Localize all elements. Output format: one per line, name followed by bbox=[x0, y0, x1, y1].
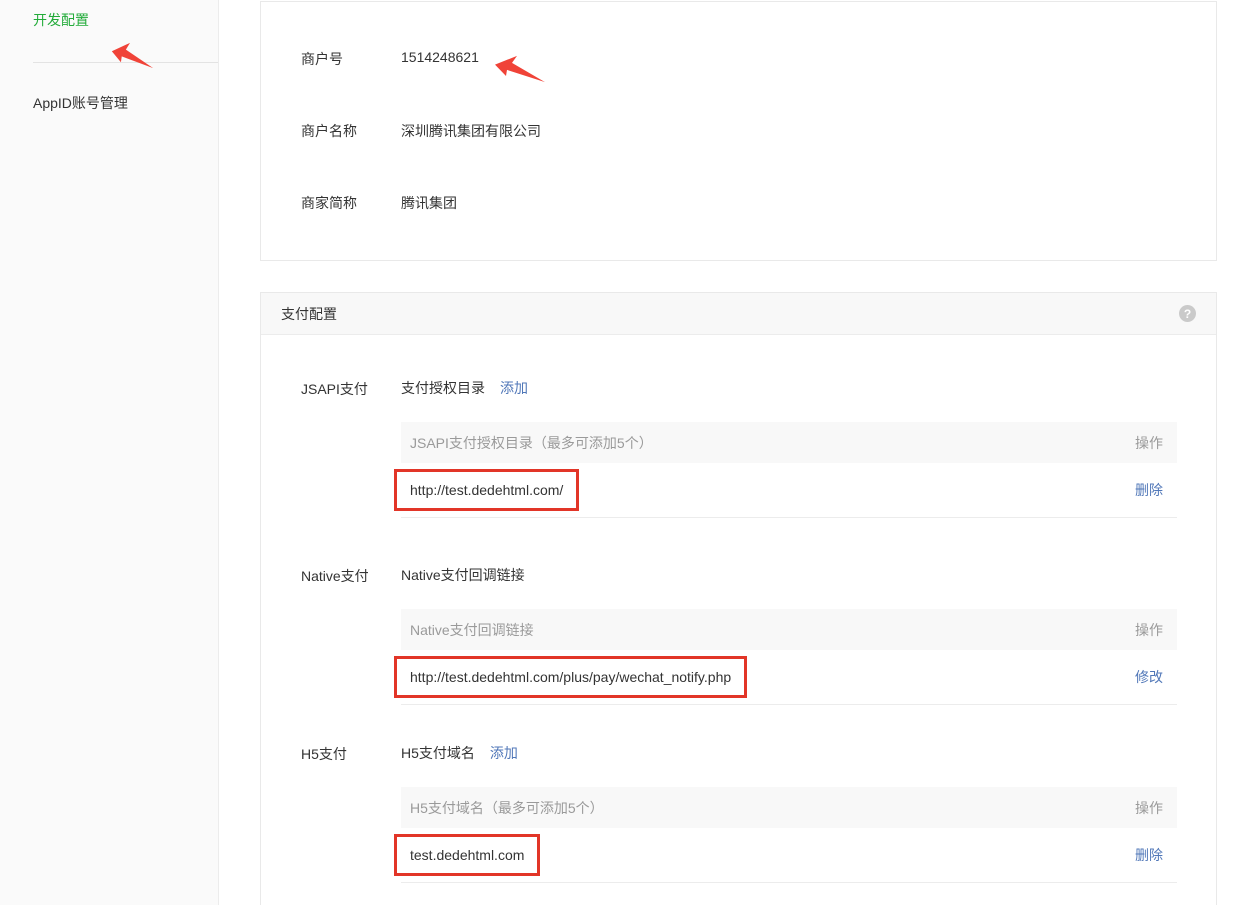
highlight-box: test.dedehtml.com bbox=[394, 834, 540, 876]
h5-pay-content: H5支付域名 添加 H5支付域名（最多可添加5个） 操作 test.dedeht… bbox=[401, 743, 1177, 883]
help-icon[interactable]: ? bbox=[1179, 305, 1196, 322]
native-modify-link[interactable]: 修改 bbox=[1135, 667, 1163, 687]
payment-config-title: 支付配置 bbox=[281, 304, 337, 324]
merchant-id-row: 商户号 1514248621 bbox=[261, 49, 1216, 69]
h5-table: H5支付域名（最多可添加5个） 操作 test.dedehtml.com 删除 bbox=[401, 787, 1177, 883]
merchant-shortname-label: 商家简称 bbox=[301, 193, 401, 213]
h5-domain-value: test.dedehtml.com bbox=[410, 847, 524, 863]
merchant-name-value: 深圳腾讯集团有限公司 bbox=[401, 121, 541, 141]
h5-delete-link[interactable]: 删除 bbox=[1135, 845, 1163, 865]
native-field-title: Native支付回调链接 bbox=[401, 565, 525, 585]
highlight-box: http://test.dedehtml.com/ bbox=[394, 469, 579, 511]
sidebar: 开发配置 AppID账号管理 bbox=[0, 0, 219, 905]
native-notify-url-value: http://test.dedehtml.com/plus/pay/wechat… bbox=[410, 669, 731, 685]
jsapi-pay-label: JSAPI支付 bbox=[301, 378, 401, 518]
sidebar-divider bbox=[33, 62, 218, 63]
native-pay-content: Native支付回调链接 Native支付回调链接 操作 http://test… bbox=[401, 565, 1177, 705]
highlight-box: http://test.dedehtml.com/plus/pay/wechat… bbox=[394, 656, 747, 698]
native-table: Native支付回调链接 操作 http://test.dedehtml.com… bbox=[401, 609, 1177, 705]
payment-config-card: 支付配置 ? JSAPI支付 支付授权目录 添加 JSAPI支付授权目录（最多可… bbox=[260, 292, 1217, 905]
jsapi-table-action-header: 操作 bbox=[1135, 433, 1163, 453]
jsapi-table-header-label: JSAPI支付授权目录（最多可添加5个） bbox=[410, 433, 653, 453]
h5-add-link[interactable]: 添加 bbox=[490, 743, 518, 763]
native-table-action-header: 操作 bbox=[1135, 620, 1163, 640]
jsapi-delete-link[interactable]: 删除 bbox=[1135, 480, 1163, 500]
jsapi-field-title-row: 支付授权目录 添加 bbox=[401, 378, 1177, 398]
merchant-shortname-row: 商家简称 腾讯集团 bbox=[261, 193, 1216, 213]
table-row: http://test.dedehtml.com/ 删除 bbox=[401, 463, 1177, 518]
h5-pay-label: H5支付 bbox=[301, 743, 401, 883]
native-table-header: Native支付回调链接 操作 bbox=[401, 609, 1177, 650]
jsapi-add-link[interactable]: 添加 bbox=[500, 378, 528, 398]
merchant-id-value: 1514248621 bbox=[401, 49, 479, 69]
h5-table-action-header: 操作 bbox=[1135, 798, 1163, 818]
merchant-name-row: 商户名称 深圳腾讯集团有限公司 bbox=[261, 121, 1216, 141]
native-pay-section: Native支付 Native支付回调链接 Native支付回调链接 操作 ht… bbox=[261, 565, 1216, 705]
sidebar-item-appid-management[interactable]: AppID账号管理 bbox=[33, 93, 128, 113]
jsapi-field-title: 支付授权目录 bbox=[401, 378, 485, 398]
native-field-title-row: Native支付回调链接 bbox=[401, 565, 1177, 585]
merchant-name-label: 商户名称 bbox=[301, 121, 401, 141]
table-row: test.dedehtml.com 删除 bbox=[401, 828, 1177, 883]
jsapi-auth-dir-value: http://test.dedehtml.com/ bbox=[410, 482, 563, 498]
table-row: http://test.dedehtml.com/plus/pay/wechat… bbox=[401, 650, 1177, 705]
h5-field-title: H5支付域名 bbox=[401, 743, 475, 763]
merchant-info-rows: 商户号 1514248621 商户名称 深圳腾讯集团有限公司 商家简称 腾讯集团 bbox=[261, 2, 1216, 213]
jsapi-pay-content: 支付授权目录 添加 JSAPI支付授权目录（最多可添加5个） 操作 http:/… bbox=[401, 378, 1177, 518]
native-pay-label: Native支付 bbox=[301, 565, 401, 705]
jsapi-pay-section: JSAPI支付 支付授权目录 添加 JSAPI支付授权目录（最多可添加5个） 操… bbox=[261, 378, 1216, 518]
merchant-shortname-value: 腾讯集团 bbox=[401, 193, 457, 213]
payment-config-header: 支付配置 ? bbox=[261, 293, 1216, 335]
native-table-header-label: Native支付回调链接 bbox=[410, 620, 534, 640]
merchant-info-card: 商户号 1514248621 商户名称 深圳腾讯集团有限公司 商家简称 腾讯集团 bbox=[260, 1, 1217, 261]
merchant-id-label: 商户号 bbox=[301, 49, 401, 69]
sidebar-item-dev-config[interactable]: 开发配置 bbox=[33, 10, 89, 30]
h5-field-title-row: H5支付域名 添加 bbox=[401, 743, 1177, 763]
h5-pay-section: H5支付 H5支付域名 添加 H5支付域名（最多可添加5个） 操作 test.d… bbox=[261, 743, 1216, 883]
h5-table-header: H5支付域名（最多可添加5个） 操作 bbox=[401, 787, 1177, 828]
h5-table-header-label: H5支付域名（最多可添加5个） bbox=[410, 798, 604, 818]
annotation-arrow-icon bbox=[111, 42, 154, 69]
jsapi-table: JSAPI支付授权目录（最多可添加5个） 操作 http://test.dede… bbox=[401, 422, 1177, 518]
jsapi-table-header: JSAPI支付授权目录（最多可添加5个） 操作 bbox=[401, 422, 1177, 463]
